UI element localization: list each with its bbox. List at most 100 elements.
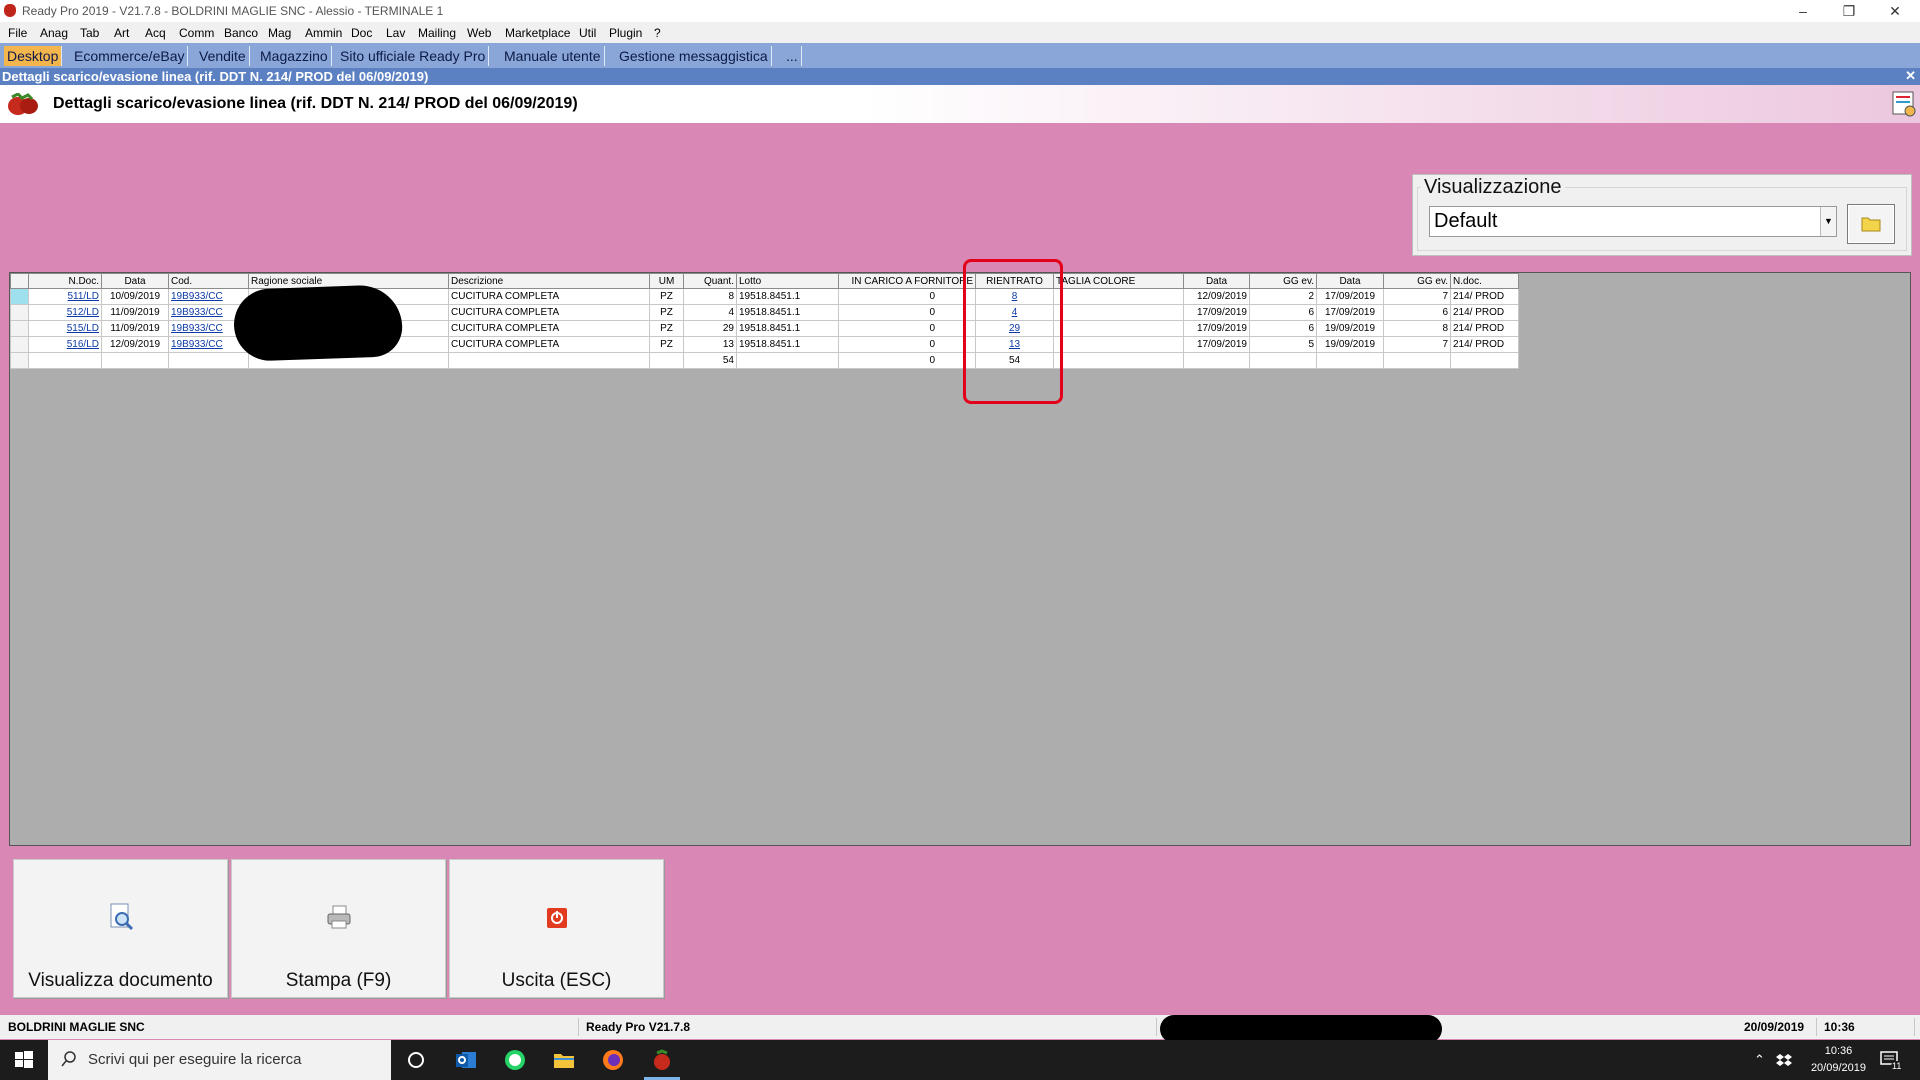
ndoc-link[interactable]: 511/LD [67, 291, 99, 302]
visualizzazione-select[interactable]: Default ▼ [1429, 206, 1837, 237]
col-header-lotto[interactable]: Lotto [736, 273, 839, 289]
system-clock[interactable]: 10:36 20/09/2019 [1811, 1043, 1866, 1077]
print-label: Stampa (F9) [285, 970, 392, 991]
cell-taglia-colore [1053, 304, 1184, 321]
document-search-icon [110, 903, 133, 931]
tab-ecommerce[interactable]: Ecommerce/eBay [71, 46, 189, 66]
print-button[interactable]: Stampa (F9) [231, 859, 446, 998]
cod-link[interactable]: 19B933/CC [171, 307, 223, 318]
cod-link[interactable]: 19B933/CC [171, 339, 223, 350]
col-header-data-3[interactable]: Data [1316, 273, 1384, 289]
cell-gg-ev-2: 7 [1383, 336, 1451, 353]
menu-web[interactable]: Web [467, 26, 491, 40]
cell-data-3: 19/09/2019 [1316, 320, 1384, 337]
cod-link[interactable]: 19B933/CC [171, 323, 223, 334]
cell-quant: 29 [683, 320, 737, 337]
dropbox-icon[interactable] [1776, 1053, 1792, 1067]
readypro-taskbar-icon[interactable] [650, 1048, 674, 1072]
cell-ndoc-2: 214/ PROD [1450, 304, 1519, 321]
col-header-data[interactable]: Data [101, 273, 169, 289]
chevron-up-icon[interactable]: ⌃ [1754, 1052, 1765, 1068]
ndoc-link[interactable]: 515/LD [67, 323, 99, 334]
whatsapp-icon[interactable] [503, 1048, 527, 1072]
menu-banco[interactable]: Banco [224, 26, 258, 40]
col-header-cod[interactable]: Cod. [168, 273, 249, 289]
printer-icon [327, 905, 350, 929]
folder-icon [1861, 217, 1881, 232]
tab-desktop[interactable]: Desktop [4, 46, 63, 66]
cell-ndoc-2: 214/ PROD [1450, 320, 1519, 337]
file-explorer-icon[interactable] [552, 1048, 576, 1072]
cod-link[interactable]: 19B933/CC [171, 291, 223, 302]
menu-help[interactable]: ? [654, 26, 661, 40]
menu-doc[interactable]: Doc [351, 26, 372, 40]
restore-button[interactable]: ❐ [1826, 0, 1872, 22]
cell-data-2: 17/09/2019 [1183, 336, 1250, 353]
col-header-quant[interactable]: Quant. [683, 273, 737, 289]
ndoc-link[interactable]: 516/LD [67, 339, 99, 350]
firefox-icon[interactable] [601, 1048, 625, 1072]
col-header-data-2[interactable]: Data [1183, 273, 1250, 289]
cell-quant: 8 [683, 288, 737, 305]
col-header-descrizione[interactable]: Descrizione [448, 273, 650, 289]
col-header-gg-ev-2[interactable]: GG ev. [1383, 273, 1451, 289]
menu-mag[interactable]: Mag [268, 26, 291, 40]
tab-vendite[interactable]: Vendite [196, 46, 250, 66]
close-form-button[interactable]: ✕ [1905, 68, 1916, 84]
row-indicator[interactable] [10, 320, 29, 337]
cell-data: 11/09/2019 [101, 320, 169, 337]
menu-marketplace[interactable]: Marketplace [505, 26, 570, 40]
menu-file[interactable]: File [8, 26, 27, 40]
tab-gestione-messaggistica[interactable]: Gestione messaggistica [616, 46, 772, 66]
menu-anag[interactable]: Anag [40, 26, 68, 40]
exit-button[interactable]: Uscita (ESC) [449, 859, 664, 998]
chevron-down-icon[interactable]: ▼ [1820, 207, 1836, 236]
menu-mailing[interactable]: Mailing [418, 26, 456, 40]
row-indicator[interactable] [10, 304, 29, 321]
status-date: 20/09/2019 [1736, 1018, 1817, 1036]
taskbar-search-box[interactable]: Scrivi qui per eseguire la ricerca [48, 1040, 391, 1080]
windows-start-icon[interactable] [12, 1048, 36, 1072]
cell-descrizione: CUCITURA COMPLETA [448, 288, 650, 305]
cell-in-carico: 0 [838, 336, 976, 353]
folder-button[interactable] [1847, 204, 1895, 244]
tab-manuale-utente[interactable]: Manuale utente [501, 46, 605, 66]
row-indicator[interactable] [10, 336, 29, 353]
menu-util[interactable]: Util [579, 26, 596, 40]
col-header-taglia-colore[interactable]: TAGLIA COLORE [1053, 273, 1184, 289]
col-header-ndoc-2[interactable]: N.doc. [1450, 273, 1519, 289]
menu-acq[interactable]: Acq [145, 26, 166, 40]
col-header-gg-ev-1[interactable]: GG ev. [1249, 273, 1317, 289]
total-quant: 54 [683, 352, 737, 369]
menu-tab[interactable]: Tab [80, 26, 99, 40]
tab-magazzino[interactable]: Magazzino [257, 46, 332, 66]
view-document-button[interactable]: Visualizza documento [13, 859, 228, 998]
col-header-in-carico[interactable]: IN CARICO A FORNITORE [838, 273, 976, 289]
cell-data-3: 17/09/2019 [1316, 304, 1384, 321]
tab-more[interactable]: ... [783, 46, 802, 66]
close-window-button[interactable]: ✕ [1872, 0, 1918, 22]
menu-art[interactable]: Art [114, 26, 129, 40]
cell-data-2: 12/09/2019 [1183, 288, 1250, 305]
tab-sito-ufficiale[interactable]: Sito ufficiale Ready Pro [337, 46, 490, 66]
cell-in-carico: 0 [838, 320, 976, 337]
visualizzazione-group: Visualizzazione Default ▼ [1412, 174, 1912, 256]
minimize-button[interactable]: – [1780, 0, 1826, 22]
menu-ammin[interactable]: Ammin [305, 26, 342, 40]
col-header-um[interactable]: UM [649, 273, 684, 289]
ndoc-link[interactable]: 512/LD [67, 307, 99, 318]
outlook-icon[interactable] [454, 1048, 478, 1072]
settings-panel-icon[interactable] [1892, 91, 1916, 117]
row-indicator[interactable] [10, 288, 29, 305]
status-version: Ready Pro V21.7.8 [578, 1018, 1157, 1036]
menu-lav[interactable]: Lav [386, 26, 405, 40]
col-header-ndoc[interactable]: N.Doc. [28, 273, 102, 289]
window-title: Ready Pro 2019 - V21.7.8 - BOLDRINI MAGL… [22, 4, 444, 18]
cortana-icon[interactable] [404, 1048, 428, 1072]
table-row[interactable]: 511/LD 10/09/2019 19B933/CC CUCITURA COM… [10, 288, 1519, 305]
totals-row: 54 0 54 [10, 352, 1519, 369]
menu-plugin[interactable]: Plugin [609, 26, 642, 40]
menu-comm[interactable]: Comm [179, 26, 214, 40]
rientrato-highlight-box [963, 259, 1063, 404]
view-document-label: Visualizza documento [28, 970, 213, 991]
